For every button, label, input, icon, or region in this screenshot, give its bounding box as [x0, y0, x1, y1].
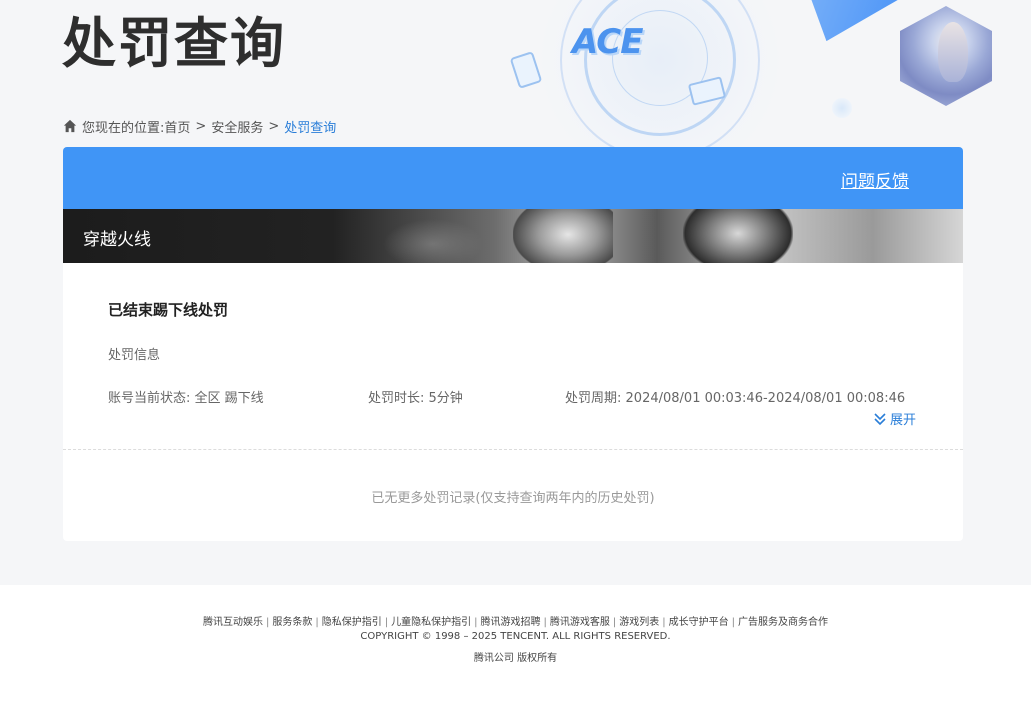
blue-shape-deco	[805, 0, 905, 42]
footer-link-tencent-ieg[interactable]: 腾讯互动娱乐	[203, 617, 263, 628]
period-label: 处罚周期:	[565, 391, 622, 406]
ace-logo: ACE	[572, 22, 643, 62]
record-title: 已结束踢下线处罚	[108, 301, 229, 319]
penalty-card: 问题反馈 穿越火线 已结束踢下线处罚 处罚信息 账号当前状态: 全区 踢下线 处…	[63, 147, 963, 541]
game-banner: 穿越火线	[63, 209, 963, 263]
footer-link-jobs[interactable]: 腾讯游戏招聘	[481, 617, 541, 628]
duration-label: 处罚时长:	[368, 391, 425, 406]
footer-links: 腾讯互动娱乐 | 服务条款 | 隐私保护指引 | 儿童隐私保护指引 | 腾讯游戏招聘 | 腾讯游戏客…	[0, 613, 1031, 628]
footer-link-child-privacy[interactable]: 儿童隐私保护指引	[391, 617, 471, 628]
duration-value: 5分钟	[428, 391, 463, 406]
footer-separator: |	[543, 617, 547, 628]
status-label: 账号当前状态:	[108, 391, 191, 406]
banner-smoke	[383, 219, 483, 263]
breadcrumb-prefix: 您现在的位置:	[82, 120, 165, 136]
footer-link-guardian[interactable]: 成长守护平台	[669, 617, 729, 628]
banner-character-female	[513, 209, 613, 263]
company-text: 腾讯公司 版权所有	[473, 653, 558, 664]
footer-separator: |	[266, 617, 270, 628]
footer-separator: |	[731, 617, 735, 628]
footer-separator: |	[315, 617, 319, 628]
bubble-deco	[832, 98, 852, 118]
breadcrumb-security-link[interactable]: 安全服务	[211, 117, 263, 136]
footer-separator: |	[662, 617, 666, 628]
double-chevron-down-icon	[874, 412, 886, 425]
breadcrumb-home-link[interactable]: 首页	[164, 117, 190, 136]
footer-separator: |	[612, 617, 617, 628]
section-label: 处罚信息	[108, 348, 161, 363]
end-of-records-note: 已无更多处罚记录(仅支持查询两年内的历史处罚)	[371, 491, 655, 506]
record-divider	[63, 449, 963, 450]
copyright-text: COPYRIGHT © 1998 – 2025 TENCENT. ALL RIG…	[360, 631, 671, 642]
period-info: 处罚周期: 2024/08/01 00:03:46-2024/08/01 00:…	[565, 387, 905, 406]
period-value: 2024/08/01 00:03:46-2024/08/01 00:08:46	[625, 391, 906, 406]
status-value: 全区 踢下线	[194, 391, 264, 406]
footer-link-ads[interactable]: 广告服务及商务合作	[738, 617, 828, 628]
footer-link-support[interactable]: 腾讯游戏客服	[550, 617, 610, 628]
footer-link-privacy[interactable]: 隐私保护指引	[322, 617, 382, 628]
breadcrumb-separator: >	[195, 118, 207, 134]
expand-label: 展开	[890, 413, 917, 428]
breadcrumb: 您现在的位置: 首页 > 安全服务 > 处罚查询	[63, 116, 336, 136]
breadcrumb-current[interactable]: 处罚查询	[284, 117, 336, 136]
footer: 腾讯互动娱乐 | 服务条款 | 隐私保护指引 | 儿童隐私保护指引 | 腾讯游戏招聘 | 腾讯游戏客…	[0, 585, 1031, 711]
footer-link-game-list[interactable]: 游戏列表	[619, 617, 659, 628]
game-name: 穿越火线	[83, 230, 151, 250]
page-title: 处罚查询	[62, 12, 286, 75]
breadcrumb-separator: >	[268, 118, 280, 134]
expand-button[interactable]: 展开	[873, 409, 916, 428]
card-header: 问题反馈	[63, 147, 963, 209]
home-icon	[63, 119, 77, 133]
footer-separator: |	[384, 617, 389, 628]
banner-character-male	[683, 209, 793, 263]
duration-info: 处罚时长: 5分钟	[368, 387, 463, 406]
feedback-link[interactable]: 问题反馈	[841, 167, 909, 192]
footer-link-terms[interactable]: 服务条款	[272, 617, 312, 628]
hex-character-portrait	[900, 6, 992, 106]
status-info: 账号当前状态: 全区 踢下线	[108, 387, 264, 406]
footer-separator: |	[474, 617, 478, 628]
phone-deco-icon	[509, 51, 543, 89]
